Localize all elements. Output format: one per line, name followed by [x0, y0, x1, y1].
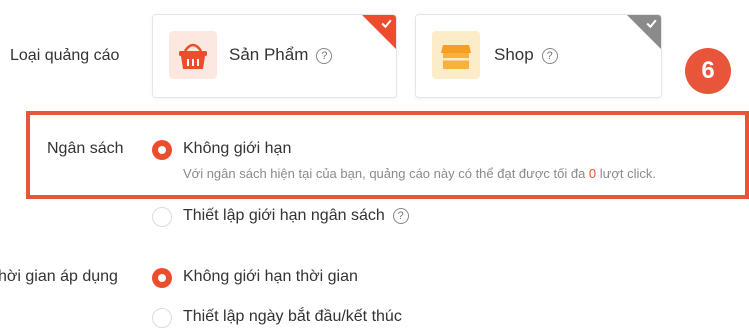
time-unlimited-label[interactable]: Không giới hạn thời gian [183, 268, 358, 286]
radio-time-unlimited[interactable] [152, 268, 172, 288]
budget-unlimited-label[interactable]: Không giới hạn [183, 140, 291, 158]
shop-option-text: Shop? [494, 45, 558, 65]
ad-type-card-shop[interactable]: Shop? [415, 14, 662, 98]
budget-hint: Với ngân sách hiện tại của bạn, quảng cá… [183, 166, 656, 181]
radio-time-range[interactable] [152, 308, 172, 328]
highlight-box [26, 111, 749, 199]
help-icon[interactable]: ? [541, 47, 558, 64]
help-icon[interactable]: ? [316, 47, 333, 64]
budget-hint-text: Với ngân sách hiện tại của bạn, quảng cá… [183, 166, 589, 181]
radio-budget-unlimited[interactable] [152, 140, 172, 160]
shopping-basket-icon [169, 31, 217, 79]
budget-limit-label[interactable]: Thiết lập giới hạn ngân sách [183, 207, 385, 224]
product-option-label: Sản Phẩm [229, 45, 309, 64]
storefront-icon [432, 31, 480, 79]
budget-label: Ngân sách [47, 140, 124, 157]
shop-option-label: Shop [494, 45, 534, 64]
help-icon[interactable]: ? [392, 207, 409, 224]
ad-type-card-product[interactable]: Sản Phẩm? [152, 14, 397, 98]
time-label: hời gian áp dụng [0, 268, 118, 285]
time-range-label[interactable]: Thiết lập ngày bắt đầu/kết thúc [183, 308, 402, 326]
step-badge: 6 [685, 48, 731, 94]
budget-hint-suffix: lượt click. [596, 166, 656, 181]
check-icon [646, 19, 657, 29]
ad-type-label: Loại quảng cáo [10, 47, 120, 64]
radio-budget-limit[interactable] [152, 207, 172, 227]
product-option-text: Sản Phẩm? [229, 45, 333, 65]
budget-limit-option[interactable]: Thiết lập giới hạn ngân sách? [183, 207, 409, 225]
check-icon [381, 19, 392, 29]
